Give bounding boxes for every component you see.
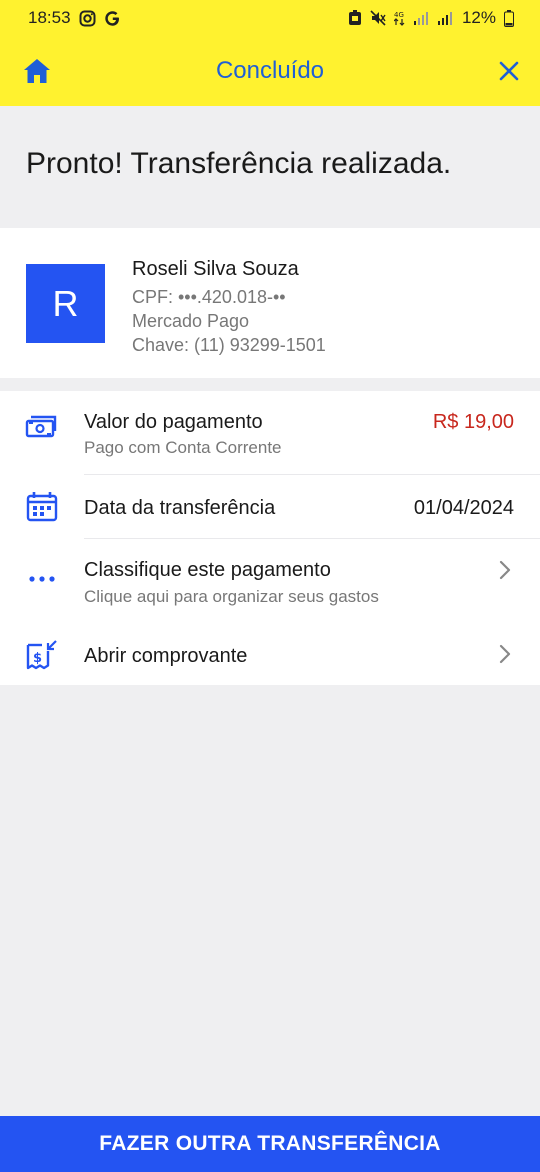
battery-icon: [504, 9, 514, 27]
status-bar: 18:53 4G 12%: [0, 0, 540, 36]
money-icon: [24, 409, 60, 445]
receipt-icon: $: [24, 637, 60, 673]
classify-subtitle: Clique aqui para organizar seus gastos: [84, 587, 379, 606]
svg-text:$: $: [33, 651, 42, 666]
signal-icon: [437, 11, 454, 25]
svg-text:4G: 4G: [394, 11, 404, 19]
transfer-date-title: Data da transferência: [84, 497, 276, 519]
details-card: Valor do pagamento Pago com Conta Corren…: [0, 391, 540, 685]
chevron-right-icon: [498, 559, 512, 581]
page-title: Concluído: [215, 57, 325, 84]
success-headline: Pronto! Transferência realizada.: [0, 106, 540, 228]
close-icon[interactable]: [494, 56, 524, 86]
new-transfer-button[interactable]: FAZER OUTRA TRANSFERÊNCIA: [0, 1116, 540, 1172]
google-icon: [104, 10, 121, 27]
payment-amount: R$ 19,00: [432, 411, 514, 433]
payment-amount-row: Valor do pagamento Pago com Conta Corren…: [0, 391, 540, 475]
battery-saver-icon: [348, 10, 362, 26]
recipient-bank: Mercado Pago: [132, 311, 250, 331]
app-bar: Concluído: [0, 36, 540, 106]
home-icon[interactable]: [22, 56, 52, 86]
battery-percent: 12%: [461, 8, 496, 27]
signal-icon: [413, 11, 430, 25]
open-receipt-title: Abrir comprovante: [84, 645, 248, 667]
transfer-date-value: 01/04/2024: [413, 497, 514, 519]
mute-icon: [370, 10, 386, 26]
open-receipt-row[interactable]: $ Abrir comprovante: [0, 623, 540, 685]
more-dots-icon: [24, 561, 60, 597]
classify-payment-row[interactable]: Classifique este pagamento Clique aqui p…: [0, 539, 540, 623]
recipient-info: Roseli Silva Souza CPF: •••.420.018-•• M…: [132, 258, 326, 357]
recipient-key: Chave: (11) 93299-1501: [132, 335, 326, 355]
avatar: R: [26, 264, 105, 343]
classify-title: Classifique este pagamento: [84, 559, 331, 581]
recipient-card: R Roseli Silva Souza CPF: •••.420.018-••…: [0, 228, 540, 378]
4g-icon: 4G: [393, 10, 406, 26]
calendar-icon: [24, 489, 60, 525]
recipient-name: Roseli Silva Souza: [132, 258, 299, 280]
status-time: 18:53: [28, 8, 71, 27]
chevron-right-icon: [498, 643, 512, 665]
recipient-cpf: CPF: •••.420.018-••: [132, 287, 286, 307]
transfer-date-row: Data da transferência 01/04/2024: [0, 475, 540, 539]
payment-subtitle: Pago com Conta Corrente: [84, 438, 282, 457]
instagram-icon: [79, 10, 96, 27]
payment-title: Valor do pagamento: [84, 411, 263, 433]
